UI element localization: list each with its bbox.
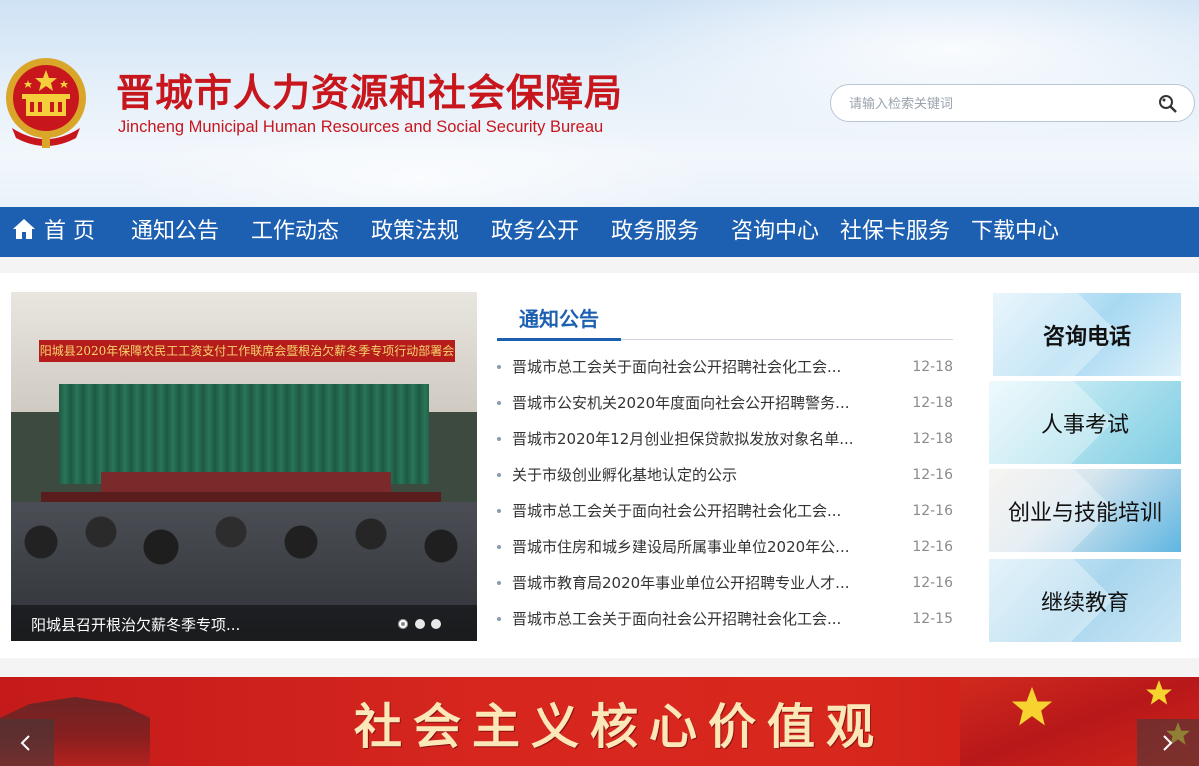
tile-label: 继续教育 [1040,590,1129,616]
service-tile-hotline[interactable]: 咨询电话 [993,293,1181,376]
notice-date: 12-16 [912,503,953,519]
notice-date: 12-18 [912,395,953,411]
notice-date: 12-16 [912,575,953,591]
slider-dot[interactable] [398,619,408,629]
notice-item[interactable]: 晋城市教育局2020年事业单位公开招聘专业人才... 12-16 [497,572,953,594]
slide-caption[interactable]: 阳城县召开根治欠薪冬季专项... [31,614,240,635]
notice-item[interactable]: 晋城市总工会关于面向社会公开招聘社会化工会... 12-18 [497,356,953,378]
notice-item[interactable]: 关于市级创业孵化基地认定的公示 12-16 [497,464,953,486]
nav-item-work-news[interactable]: 工作动态 [251,207,339,257]
service-tile-continuing-education[interactable]: 继续教育 [989,559,1181,642]
tab-notices[interactable]: 通知公告 [519,303,599,332]
service-tile-training[interactable]: 创业与技能培训 [989,469,1181,552]
star-icon [1011,686,1053,726]
nav-item-consult-center[interactable]: 咨询中心 [731,207,819,257]
banner-prev-button[interactable] [0,719,54,766]
tile-label: 人事考试 [1040,412,1129,438]
nav-item-home[interactable]: 首 页 [12,207,95,257]
nav-item-policies[interactable]: 政策法规 [371,207,459,257]
tab-underline [497,338,621,341]
chevron-right-icon [1163,735,1173,751]
banner-next-button[interactable] [1137,719,1199,766]
notice-title[interactable]: 晋城市教育局2020年事业单位公开招聘专业人才... [512,572,849,594]
nav-item-label: 首 页 [44,219,95,244]
bullet-icon [497,437,501,441]
site-title: 晋城市人力资源和社会保障局 [116,70,624,115]
bullet-icon [497,509,501,513]
tile-label: 创业与技能培训 [1007,500,1162,526]
home-icon [13,219,35,239]
search-input[interactable] [849,93,1149,115]
slide-banner-text: 阳城县2020年保障农民工工资支付工作联席会暨根治欠薪冬季专项行动部署会 [39,340,455,362]
notice-date: 12-15 [912,611,953,627]
service-tile-personnel-exam[interactable]: 人事考试 [989,381,1181,464]
site-header: 晋城市人力资源和社会保障局 Jincheng Municipal Human R… [0,0,1199,207]
nav-item-gov-services[interactable]: 政务服务 [611,207,699,257]
search-box [830,84,1195,122]
slider-dot[interactable] [415,619,425,629]
notice-title[interactable]: 晋城市总工会关于面向社会公开招聘社会化工会... [512,356,841,378]
bullet-icon [497,617,501,621]
core-values-banner[interactable]: 社会主义核心价值观 [0,677,1199,766]
bullet-icon [497,401,501,405]
notice-item[interactable]: 晋城市2020年12月创业担保贷款拟发放对象名单... 12-18 [497,428,953,450]
nav-item-downloads[interactable]: 下载中心 [971,207,1059,257]
notice-title[interactable]: 晋城市公安机关2020年度面向社会公开招聘警务... [512,392,849,414]
main-nav: 首 页 通知公告 工作动态 政策法规 政务公开 政务服务 咨询中心 社保卡服务 … [0,207,1199,257]
bullet-icon [497,545,501,549]
news-slider[interactable]: 阳城县2020年保障农民工工资支付工作联席会暨根治欠薪冬季专项行动部署会 阳城县… [11,292,477,641]
nav-item-public-affairs[interactable]: 政务公开 [491,207,579,257]
chevron-left-icon [20,735,30,751]
bullet-icon [497,473,501,477]
bullet-icon [497,365,501,369]
site-subtitle: Jincheng Municipal Human Resources and S… [118,118,604,136]
notice-date: 12-16 [912,539,953,555]
notice-item[interactable]: 晋城市公安机关2020年度面向社会公开招聘警务... 12-18 [497,392,953,414]
notice-title[interactable]: 晋城市总工会关于面向社会公开招聘社会化工会... [512,500,841,522]
notice-title[interactable]: 关于市级创业孵化基地认定的公示 [512,464,737,486]
slider-dot[interactable] [431,619,441,629]
notice-item[interactable]: 晋城市总工会关于面向社会公开招聘社会化工会... 12-16 [497,500,953,522]
notice-item[interactable]: 晋城市住房和城乡建设局所属事业单位2020年公... 12-16 [497,536,953,558]
notice-date: 12-16 [912,467,953,483]
star-icon [1146,680,1172,705]
notice-date: 12-18 [912,359,953,375]
tile-label: 咨询电话 [1042,324,1131,350]
search-icon[interactable] [1158,94,1178,114]
notice-title[interactable]: 晋城市总工会关于面向社会公开招聘社会化工会... [512,608,841,630]
bullet-icon [497,581,501,585]
nav-item-notices[interactable]: 通知公告 [131,207,219,257]
notice-date: 12-18 [912,431,953,447]
notice-title[interactable]: 晋城市2020年12月创业担保贷款拟发放对象名单... [512,428,854,450]
notice-title[interactable]: 晋城市住房和城乡建设局所属事业单位2020年公... [512,536,849,558]
national-emblem-icon [6,58,86,148]
core-values-text: 社会主义核心价值观 [354,699,886,755]
nav-item-social-card[interactable]: 社保卡服务 [840,207,950,257]
notice-item[interactable]: 晋城市总工会关于面向社会公开招聘社会化工会... 12-15 [497,608,953,630]
